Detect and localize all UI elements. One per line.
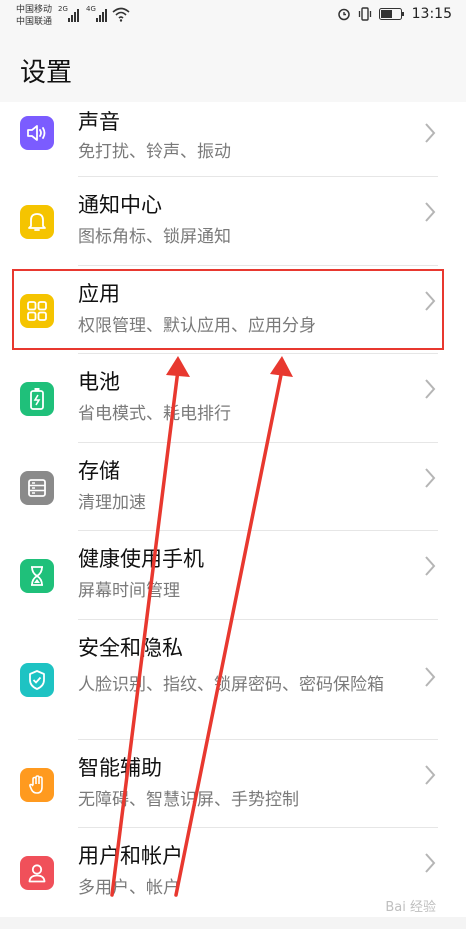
chevron-right-icon (425, 379, 436, 399)
network-type-1: 2G (58, 5, 68, 13)
settings-item-subtitle: 权限管理、默认应用、应用分身 (78, 315, 316, 336)
settings-item-apps[interactable]: 应用 权限管理、默认应用、应用分身 (0, 266, 466, 354)
settings-item-sound[interactable]: 声音 免打扰、铃声、振动 (0, 102, 466, 177)
status-right: 13:15 (337, 6, 452, 22)
carrier-2: 中国联通 (16, 17, 53, 27)
settings-item-storage[interactable]: 存储 清理加速 (0, 443, 466, 531)
settings-item-subtitle: 多用户、帐户 (78, 878, 180, 898)
settings-item-title: 健康使用手机 (78, 547, 204, 571)
battery-icon (20, 382, 54, 416)
settings-item-title: 声音 (78, 110, 120, 134)
settings-item-title: 智能辅助 (78, 755, 162, 780)
page-title: 设置 (20, 58, 73, 88)
settings-item-subtitle: 省电模式、耗电排行 (78, 404, 231, 424)
chevron-right-icon (425, 666, 436, 687)
settings-item-subtitle: 清理加速 (78, 492, 146, 513)
network-type-2: 4G (86, 5, 96, 13)
settings-item-title: 用户和帐户 (78, 844, 183, 868)
chevron-right-icon (425, 290, 436, 311)
chevron-right-icon (425, 556, 436, 576)
speaker-icon (20, 116, 54, 150)
signal-icon-1: 2G (58, 5, 79, 22)
hand-icon (20, 767, 54, 802)
settings-item-title: 安全和隐私 (78, 635, 183, 660)
settings-item-digital-balance[interactable]: 健康使用手机 屏幕时间管理 (0, 531, 466, 620)
settings-item-battery[interactable]: 电池 省电模式、耗电排行 (0, 354, 466, 443)
wifi-icon (112, 7, 130, 22)
carrier-names: 中国移动 中国联通 (16, 4, 52, 28)
settings-item-subtitle: 免打扰、铃声、振动 (78, 142, 231, 162)
status-bar: 中国移动 中国联通 2G 4G 13:15 (0, 0, 466, 32)
signal-icon-2: 4G (86, 5, 107, 22)
vibrate-icon (358, 7, 371, 21)
settings-list: 声音 免打扰、铃声、振动 通知中心 图标角标、锁屏通知 应用 权限管理、默认应用… (0, 102, 466, 917)
chevron-right-icon (425, 123, 436, 143)
settings-item-title: 电池 (78, 370, 120, 394)
hourglass-icon (20, 559, 54, 593)
user-icon (20, 856, 54, 890)
chevron-right-icon (425, 853, 436, 873)
shield-icon (20, 662, 54, 697)
alarm-icon (337, 8, 350, 21)
storage-icon (20, 470, 54, 505)
clock: 13:15 (411, 6, 452, 22)
watermark: Bai 经验 (385, 900, 436, 915)
chevron-right-icon (425, 202, 436, 222)
settings-item-subtitle: 屏幕时间管理 (78, 581, 180, 601)
carrier-1: 中国移动 (16, 5, 53, 15)
settings-item-title: 存储 (78, 458, 120, 483)
chevron-right-icon (425, 467, 436, 488)
battery-status-icon (378, 8, 404, 20)
header: 设置 (0, 32, 466, 102)
chevron-right-icon (425, 764, 436, 785)
settings-item-subtitle: 无障碍、智慧识屏、手势控制 (78, 789, 299, 810)
settings-item-security-privacy[interactable]: 安全和隐私 人脸识别、指纹、锁屏密码、密码保险箱 (0, 620, 466, 740)
bell-icon (20, 205, 54, 239)
settings-item-accessibility[interactable]: 智能辅助 无障碍、智慧识屏、手势控制 (0, 740, 466, 828)
settings-item-notification-center[interactable]: 通知中心 图标角标、锁屏通知 (0, 177, 466, 266)
settings-item-subtitle: 人脸识别、指纹、锁屏密码、密码保险箱 (78, 674, 384, 695)
apps-grid-icon (20, 293, 54, 328)
settings-item-title: 应用 (78, 281, 120, 306)
settings-item-title: 通知中心 (78, 193, 162, 217)
settings-item-subtitle: 图标角标、锁屏通知 (78, 227, 231, 247)
